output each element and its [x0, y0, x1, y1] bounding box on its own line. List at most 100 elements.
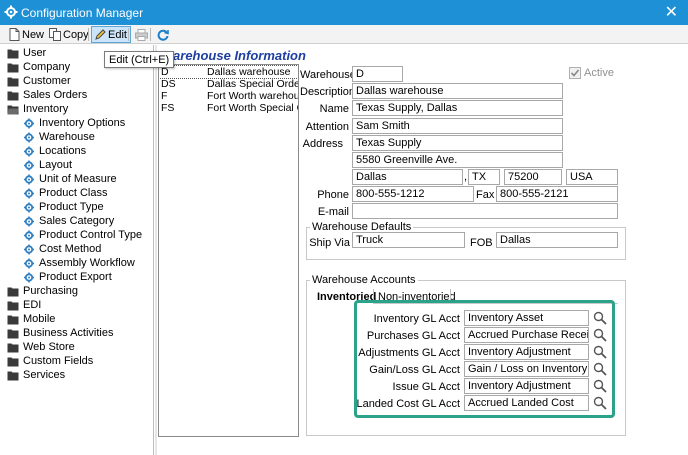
tree-item[interactable]: Warehouse — [23, 130, 95, 144]
tree-item[interactable]: Customer — [7, 74, 71, 88]
phone-field[interactable]: 800-555-1212 — [352, 186, 474, 202]
tree-item[interactable]: Sales Orders — [7, 88, 87, 102]
settings-icon — [24, 230, 34, 240]
warehouse-row[interactable]: DS Dallas Special Orders — [159, 78, 298, 90]
tree-item[interactable]: User — [7, 46, 46, 60]
tree-item-label: Business Activities — [23, 327, 114, 339]
state-field[interactable]: TX — [468, 169, 500, 185]
search-icon[interactable] — [592, 395, 608, 411]
tree-item[interactable]: Web Store — [7, 340, 75, 354]
tree-item-label: Inventory — [23, 103, 69, 115]
tree-item[interactable]: Layout — [23, 158, 72, 172]
tree-item[interactable]: Sales Category — [23, 214, 114, 228]
fob-field[interactable]: Dallas — [496, 232, 618, 248]
account-field[interactable]: Accrued Purchase Receipts — [464, 327, 589, 343]
tree-item-label: Inventory Options — [39, 117, 126, 129]
attention-field[interactable]: Sam Smith — [352, 118, 563, 134]
account-field[interactable]: Accrued Landed Cost — [464, 395, 589, 411]
folder-icon — [7, 329, 19, 338]
copy-button-label: Copy — [63, 28, 89, 41]
tree-item[interactable]: Business Activities — [7, 326, 113, 340]
fax-field[interactable]: 800-555-2121 — [496, 186, 618, 202]
tree-item[interactable]: Mobile — [7, 312, 55, 326]
account-field[interactable]: Gain / Loss on Inventory — [464, 361, 589, 377]
settings-icon — [24, 132, 34, 142]
account-label: Inventory GL Acct — [373, 313, 460, 325]
folder-icon — [7, 63, 19, 72]
folder-icon — [7, 49, 19, 58]
tree-item-label: Sales Category — [39, 215, 115, 227]
address-label: Address — [302, 138, 343, 150]
refresh-button[interactable] — [153, 26, 175, 43]
warehouse-row[interactable]: FS Fort Worth Special Orders — [159, 102, 298, 114]
tree-item[interactable]: Product Export — [23, 270, 112, 284]
description-label: Description — [300, 86, 356, 98]
folder-icon — [7, 287, 19, 296]
search-icon[interactable] — [592, 344, 608, 360]
refresh-icon — [157, 29, 169, 41]
tree-item[interactable]: Product Control Type — [23, 228, 142, 242]
settings-icon — [24, 174, 34, 184]
account-label: Gain/Loss GL Acct — [369, 364, 460, 376]
warehouse-row-code: F — [161, 90, 168, 102]
tree-item[interactable]: Assembly Workflow — [23, 256, 135, 270]
search-icon[interactable] — [592, 361, 608, 377]
tree-item[interactable]: Product Class — [23, 186, 107, 200]
tree-item[interactable]: Custom Fields — [7, 354, 93, 368]
active-checkbox[interactable] — [569, 67, 581, 79]
city-field[interactable]: Dallas — [352, 169, 463, 185]
ship-via-field[interactable]: Truck — [352, 232, 465, 248]
toolbar-separator — [128, 28, 129, 41]
tree-item[interactable]: Inventory Options — [23, 116, 125, 130]
folder-icon — [7, 77, 19, 86]
tree-item[interactable]: Product Type — [23, 200, 104, 214]
tree-item[interactable]: Inventory — [7, 102, 68, 116]
tree-item[interactable]: Locations — [23, 144, 86, 158]
zip-field[interactable]: 75200 — [504, 169, 562, 185]
warehouse-accounts-title: Warehouse Accounts — [310, 274, 418, 286]
ship-via-label: Ship Via — [309, 237, 350, 249]
tree-item[interactable]: Purchasing — [7, 284, 78, 298]
fax-label: Fax — [476, 189, 495, 201]
folder-open-icon — [7, 105, 19, 114]
account-field[interactable]: Inventory Adjustment — [464, 344, 589, 360]
copy-button[interactable]: Copy — [45, 26, 93, 43]
name-field[interactable]: Texas Supply, Dallas — [352, 100, 563, 116]
tree-item[interactable]: EDI — [7, 298, 41, 312]
close-button[interactable]: ✕ — [665, 3, 678, 21]
warehouse-row-code: FS — [161, 102, 175, 114]
email-label: E-mail — [317, 206, 349, 218]
address-line1-field[interactable]: Texas Supply — [352, 135, 563, 151]
address-line2-field[interactable]: 5580 Greenville Ave. — [352, 152, 563, 168]
warehouse-row[interactable]: D Dallas warehouse — [159, 65, 298, 79]
new-button[interactable]: New — [5, 26, 48, 43]
tree-item-label: Warehouse — [39, 131, 95, 143]
settings-icon — [24, 272, 34, 282]
edit-button[interactable]: Edit — [91, 26, 131, 43]
warehouse-code-field[interactable]: D — [352, 66, 403, 82]
phone-label: Phone — [317, 189, 349, 201]
account-field[interactable]: Inventory Asset — [464, 310, 589, 326]
tree-item-label: Mobile — [23, 313, 56, 325]
search-icon[interactable] — [592, 327, 608, 343]
search-icon[interactable] — [592, 310, 608, 326]
settings-icon — [24, 146, 34, 156]
warehouse-row-name: Fort Worth Special Orders — [207, 102, 298, 114]
warehouse-row[interactable]: F Fort Worth warehouse — [159, 90, 298, 102]
search-icon[interactable] — [592, 378, 608, 394]
tree-item[interactable]: Unit of Measure — [23, 172, 117, 186]
tree-item-label: Purchasing — [23, 285, 79, 297]
splitter[interactable] — [155, 45, 157, 455]
navigation-tree: User Company Customer Sales Orders Inventory… — [3, 45, 154, 455]
email-field[interactable] — [352, 203, 618, 219]
country-field[interactable]: USA — [566, 169, 618, 185]
tree-item-label: Services — [23, 369, 66, 381]
toolbar: New Copy Edit — [0, 25, 688, 44]
tree-item[interactable]: Company — [7, 60, 70, 74]
tree-item[interactable]: Cost Method — [23, 242, 101, 256]
pencil-icon — [95, 29, 106, 40]
settings-icon — [24, 188, 34, 198]
account-field[interactable]: Inventory Adjustment — [464, 378, 589, 394]
tree-item[interactable]: Services — [7, 368, 65, 382]
description-field[interactable]: Dallas warehouse — [352, 83, 563, 99]
